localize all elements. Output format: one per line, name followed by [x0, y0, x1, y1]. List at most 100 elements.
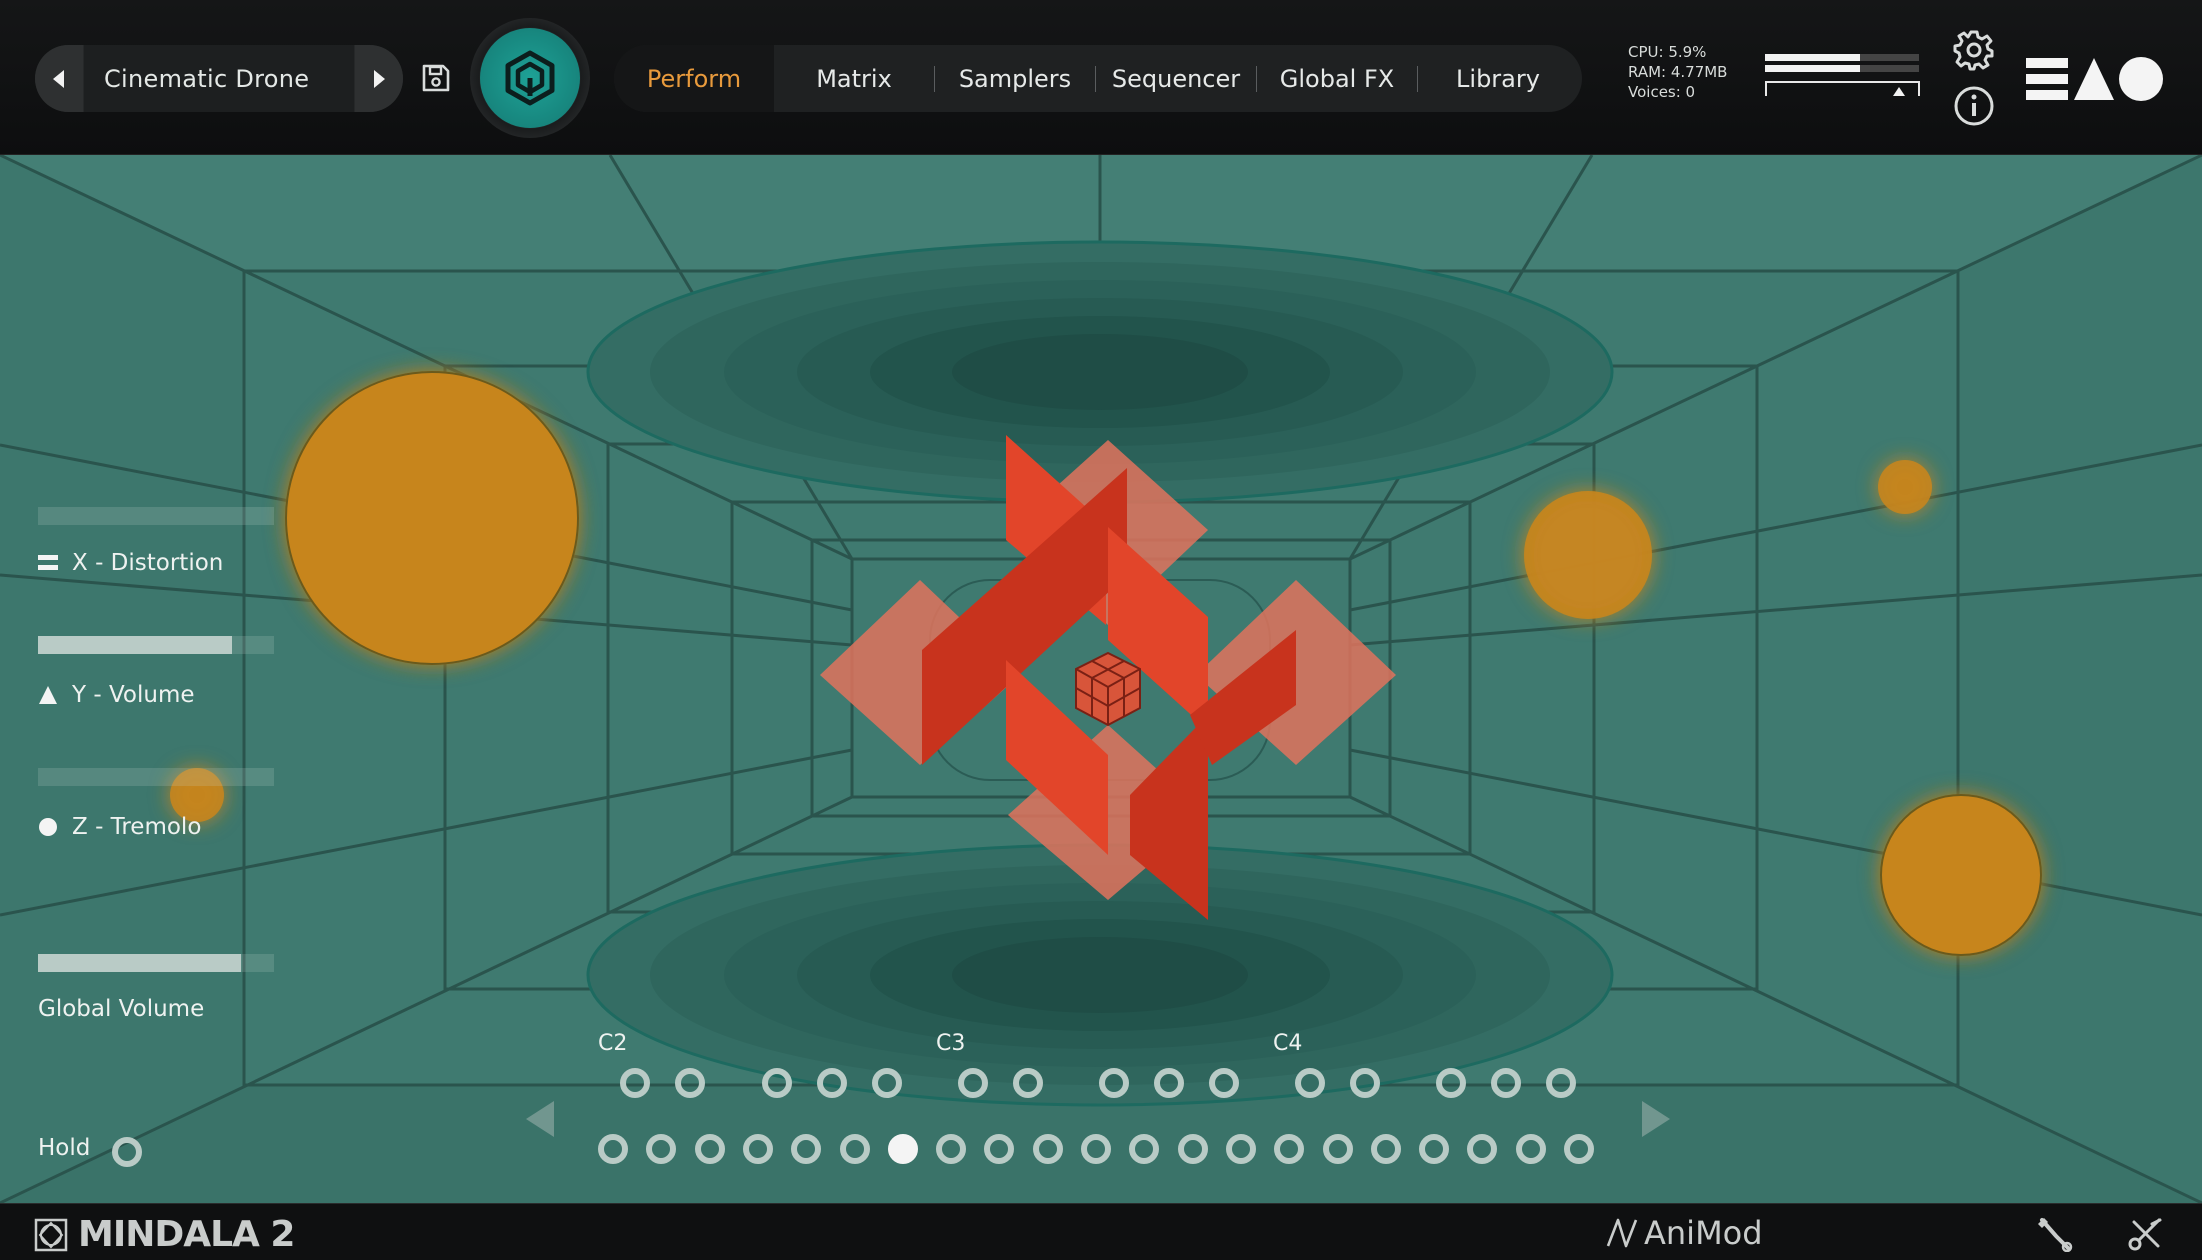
product-brand: MINDALA 2: [34, 1214, 295, 1255]
keyboard-black-key[interactable]: [1099, 1068, 1129, 1098]
triangle-right-icon[interactable]: [1640, 1099, 1672, 1139]
keyboard-black-key[interactable]: [762, 1068, 792, 1098]
wrench-icon: [2038, 1218, 2073, 1253]
z-tremolo-label: Z - Tremolo: [72, 814, 202, 840]
info-button[interactable]: [1952, 84, 1996, 128]
meter-handle-icon: [1893, 87, 1905, 96]
keyboard-white-key[interactable]: [1323, 1134, 1353, 1164]
keyboard-white-key[interactable]: [743, 1134, 773, 1164]
keyboard-white-key[interactable]: [1129, 1134, 1159, 1164]
tab-perform[interactable]: Perform: [614, 45, 774, 112]
z-tremolo-param: Z - Tremolo: [38, 814, 201, 840]
keyboard-black-key[interactable]: [872, 1068, 902, 1098]
keyboard-white-key[interactable]: [695, 1134, 725, 1164]
keyboard-black-key[interactable]: [1013, 1068, 1043, 1098]
chevron-left-icon: [53, 69, 64, 88]
circle-icon: [39, 818, 57, 836]
animod-logo-icon: [1606, 1218, 1638, 1248]
keyboard-black-key[interactable]: [1350, 1068, 1380, 1098]
stage-background: [0, 155, 2202, 1203]
cut-button[interactable]: [2126, 1216, 2166, 1252]
keyboard-white-key[interactable]: [1419, 1134, 1449, 1164]
ram-readout: RAM: 4.77MB: [1628, 63, 1728, 81]
preset-name[interactable]: Cinematic Drone: [84, 45, 354, 112]
global-volume-fill: [38, 954, 241, 972]
keyboard-white-key[interactable]: [598, 1134, 628, 1164]
hex-logo-icon: [505, 50, 555, 106]
keyboard-black-key[interactable]: [1546, 1068, 1576, 1098]
animod-label: AniMod: [1644, 1214, 1763, 1252]
output-meter[interactable]: [1765, 52, 1920, 102]
global-volume-param: Global Volume: [38, 996, 204, 1022]
tools-button[interactable]: [2034, 1216, 2074, 1253]
z-tremolo-slider[interactable]: [38, 768, 274, 786]
keyboard-white-key[interactable]: [1371, 1134, 1401, 1164]
y-volume-param: Y - Volume: [38, 682, 195, 708]
keyboard-black-key[interactable]: [1209, 1068, 1239, 1098]
xyz-performance-stage[interactable]: X - Distortion Y - Volume Z - Tremolo Gl…: [0, 155, 2202, 1203]
octave-label-c4: C4: [1273, 1031, 1303, 1056]
tab-global-fx[interactable]: Global FX: [1257, 45, 1417, 112]
bars-icon: [38, 555, 58, 570]
keyboard-white-key[interactable]: [1033, 1134, 1063, 1164]
hold-toggle[interactable]: [112, 1137, 142, 1167]
keyboard-white-key[interactable]: [1467, 1134, 1497, 1164]
y-volume-slider[interactable]: [38, 636, 274, 654]
cpu-readout: CPU: 5.9%: [1628, 43, 1707, 61]
keyboard-white-key[interactable]: [1516, 1134, 1546, 1164]
tab-library[interactable]: Library: [1418, 45, 1578, 112]
orb-small-far-right: [1878, 460, 1932, 514]
tab-matrix[interactable]: Matrix: [774, 45, 934, 112]
orb-mid-right: [1524, 491, 1652, 619]
settings-button[interactable]: [1952, 28, 1996, 72]
global-volume-slider[interactable]: [38, 954, 274, 972]
keyboard-white-key[interactable]: [888, 1134, 918, 1164]
tab-sequencer[interactable]: Sequencer: [1096, 45, 1256, 112]
keyboard-black-key[interactable]: [817, 1068, 847, 1098]
meter-right-fill: [1765, 65, 1861, 72]
keyboard-white-key[interactable]: [984, 1134, 1014, 1164]
save-button[interactable]: [413, 55, 459, 101]
keyboard-white-key[interactable]: [791, 1134, 821, 1164]
y-volume-label: Y - Volume: [72, 682, 195, 708]
keyboard-white-key[interactable]: [646, 1134, 676, 1164]
brand-shapes-icon: [2026, 57, 2163, 101]
keyboard-white-key[interactable]: [1226, 1134, 1256, 1164]
keyboard-black-key[interactable]: [1295, 1068, 1325, 1098]
keyboard-black-key[interactable]: [1436, 1068, 1466, 1098]
keyboard-white-key[interactable]: [936, 1134, 966, 1164]
chevron-right-icon: [374, 69, 385, 88]
keyboard-black-key[interactable]: [958, 1068, 988, 1098]
x-distortion-slider[interactable]: [38, 507, 274, 525]
meter-right-channel: [1765, 65, 1919, 72]
keyboard-white-key[interactable]: [1178, 1134, 1208, 1164]
meter-scale: [1765, 81, 1920, 96]
tab-samplers[interactable]: Samplers: [935, 45, 1095, 112]
keyboard-black-key[interactable]: [1491, 1068, 1521, 1098]
triangle-icon: [39, 686, 57, 704]
preset-prev-button[interactable]: [35, 45, 83, 112]
info-icon: [1954, 86, 1994, 126]
octave-label-c3: C3: [936, 1031, 966, 1056]
top-bar: Cinematic Drone Perform Matrix Samplers …: [0, 0, 2202, 155]
voices-readout: Voices: 0: [1628, 83, 1696, 101]
keyboard-black-key[interactable]: [1154, 1068, 1184, 1098]
main-nav: Perform Matrix Samplers Sequencer Global…: [614, 45, 1582, 112]
orb-lower-right: [1880, 794, 2042, 956]
keyboard-white-key[interactable]: [1081, 1134, 1111, 1164]
x-distortion-label: X - Distortion: [72, 550, 224, 576]
orb-large-left: [285, 371, 579, 665]
keyboard-black-key[interactable]: [620, 1068, 650, 1098]
global-volume-label: Global Volume: [38, 996, 205, 1022]
bottom-bar: MINDALA 2 AniMod: [0, 1203, 2202, 1260]
keyboard-black-key[interactable]: [675, 1068, 705, 1098]
scissors-icon: [2128, 1218, 2162, 1251]
animod-brand[interactable]: AniMod: [1606, 1214, 1763, 1252]
preset-next-button[interactable]: [355, 45, 403, 112]
keyboard-white-key[interactable]: [1274, 1134, 1304, 1164]
triangle-left-icon[interactable]: [524, 1099, 556, 1139]
mindala-logo-button[interactable]: [470, 18, 590, 138]
product-name: MINDALA 2: [78, 1214, 295, 1255]
keyboard-white-key[interactable]: [840, 1134, 870, 1164]
keyboard-white-key[interactable]: [1564, 1134, 1594, 1164]
